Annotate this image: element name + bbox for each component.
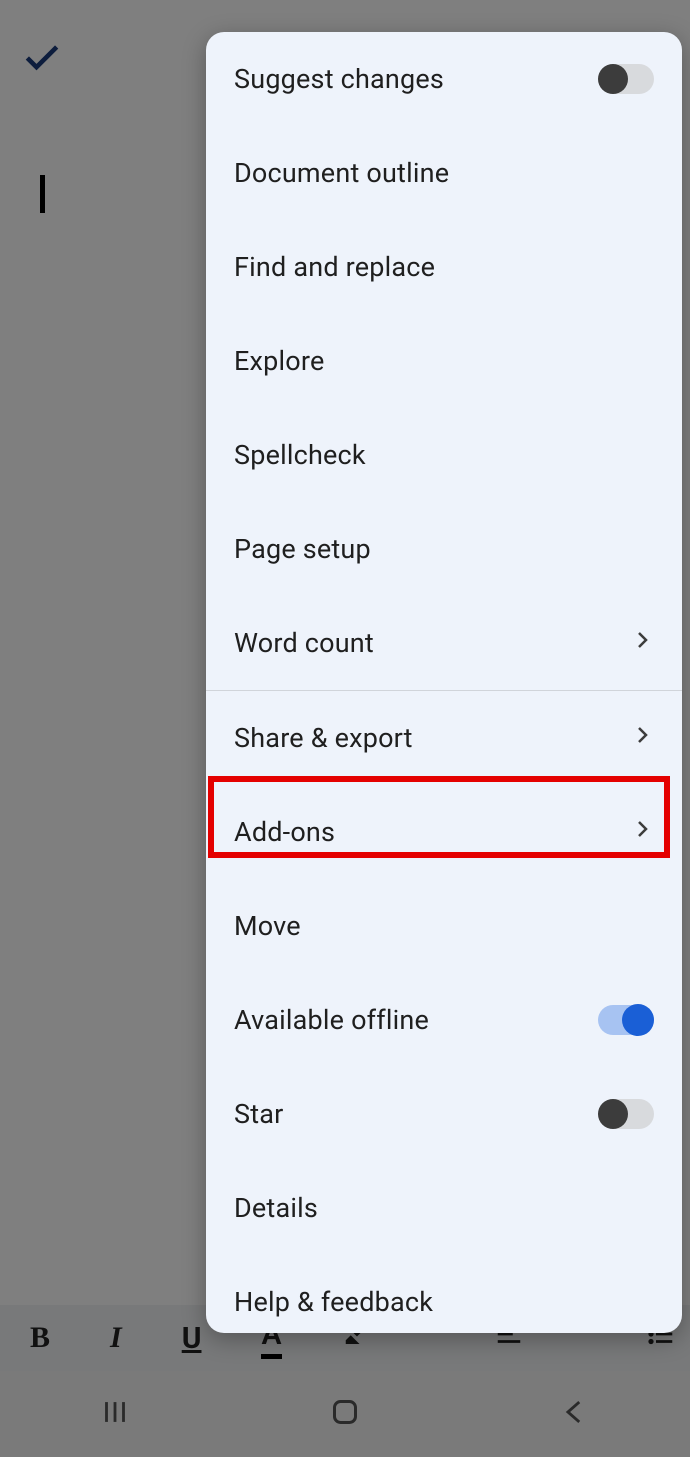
menu-item-label: Add-ons <box>234 816 335 848</box>
menu-item-label: Help & feedback <box>234 1286 433 1318</box>
overflow-menu: Suggest changes Document outline Find an… <box>206 32 682 1333</box>
menu-item-star[interactable]: Star <box>206 1067 682 1161</box>
menu-item-document-outline[interactable]: Document outline <box>206 126 682 220</box>
menu-item-help-feedback[interactable]: Help & feedback <box>206 1255 682 1333</box>
menu-item-label: Spellcheck <box>234 439 366 471</box>
menu-item-label: Document outline <box>234 157 449 189</box>
menu-item-explore[interactable]: Explore <box>206 314 682 408</box>
menu-item-share-export[interactable]: Share & export <box>206 691 682 785</box>
menu-item-label: Find and replace <box>234 251 435 283</box>
menu-item-details[interactable]: Details <box>206 1161 682 1255</box>
menu-item-label: Share & export <box>234 722 413 754</box>
chevron-right-icon <box>630 816 654 848</box>
menu-item-available-offline[interactable]: Available offline <box>206 973 682 1067</box>
menu-item-find-and-replace[interactable]: Find and replace <box>206 220 682 314</box>
menu-item-label: Available offline <box>234 1004 429 1036</box>
menu-item-spellcheck[interactable]: Spellcheck <box>206 408 682 502</box>
menu-item-page-setup[interactable]: Page setup <box>206 502 682 596</box>
toggle-available-offline[interactable] <box>598 1005 654 1035</box>
menu-item-move[interactable]: Move <box>206 879 682 973</box>
toggle-suggest-changes[interactable] <box>598 64 654 94</box>
chevron-right-icon <box>630 722 654 754</box>
toggle-star[interactable] <box>598 1099 654 1129</box>
menu-item-label: Star <box>234 1098 284 1130</box>
menu-item-label: Word count <box>234 627 374 659</box>
menu-item-word-count[interactable]: Word count <box>206 596 682 690</box>
menu-item-suggest-changes[interactable]: Suggest changes <box>206 32 682 126</box>
menu-item-label: Explore <box>234 345 324 377</box>
menu-item-label: Suggest changes <box>234 63 444 95</box>
menu-item-label: Move <box>234 910 301 942</box>
chevron-right-icon <box>630 627 654 659</box>
menu-item-label: Details <box>234 1192 318 1224</box>
menu-item-add-ons[interactable]: Add-ons <box>206 785 682 879</box>
menu-item-label: Page setup <box>234 533 371 565</box>
